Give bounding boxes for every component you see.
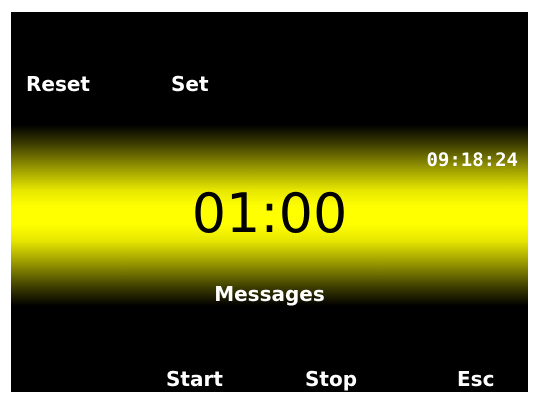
countdown-timer-value: 01:00 — [191, 182, 348, 245]
messages-label[interactable]: Messages — [11, 282, 528, 306]
reset-button[interactable]: Reset — [26, 72, 90, 96]
start-button[interactable]: Start — [166, 367, 223, 391]
set-button[interactable]: Set — [171, 72, 209, 96]
timer-screen: Reset Set 09:18:24 01:00 Messages Start … — [11, 12, 528, 392]
esc-button[interactable]: Esc — [457, 367, 494, 391]
timer-window: Reset Set 09:18:24 01:00 Messages Start … — [0, 0, 533, 405]
current-time-clock: 09:18:24 — [426, 149, 518, 171]
stop-button[interactable]: Stop — [305, 367, 357, 391]
